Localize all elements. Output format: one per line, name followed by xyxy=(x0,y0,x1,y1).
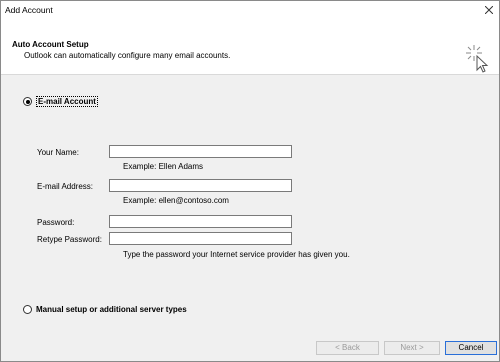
your-name-hint: Example: Ellen Adams xyxy=(123,162,204,171)
radio-selected-icon xyxy=(23,97,32,106)
cancel-button[interactable]: Cancel xyxy=(445,341,497,355)
email-address-hint: Example: ellen@contoso.com xyxy=(123,196,229,205)
wizard-header: Auto Account Setup Outlook can automatic… xyxy=(1,19,499,75)
email-account-label: E-mail Account xyxy=(36,96,98,107)
manual-setup-radio[interactable]: Manual setup or additional server types xyxy=(23,305,187,314)
email-account-radio[interactable]: E-mail Account xyxy=(23,96,98,107)
email-address-label: E-mail Address: xyxy=(37,182,94,191)
retype-password-hint: Type the password your Internet service … xyxy=(123,250,350,259)
your-name-label: Your Name: xyxy=(37,148,79,157)
window-title: Add Account xyxy=(5,5,53,15)
password-input[interactable] xyxy=(109,215,292,228)
header-title: Auto Account Setup xyxy=(12,40,89,49)
back-button[interactable]: < Back xyxy=(316,341,379,355)
manual-setup-label: Manual setup or additional server types xyxy=(36,305,187,314)
close-button[interactable] xyxy=(479,1,499,19)
password-label: Password: xyxy=(37,218,75,227)
title-bar: Add Account xyxy=(1,1,499,19)
close-icon xyxy=(485,6,493,14)
sparkle-cursor-icon xyxy=(466,45,489,73)
add-account-dialog: Add Account Auto Account Setup Outlook c… xyxy=(0,0,500,362)
retype-password-input[interactable] xyxy=(109,232,292,245)
radio-unselected-icon xyxy=(23,305,32,314)
your-name-input[interactable] xyxy=(109,145,292,158)
retype-password-label: Retype Password: xyxy=(37,235,102,244)
next-button[interactable]: Next > xyxy=(384,341,440,355)
email-address-input[interactable] xyxy=(109,179,292,192)
header-subtitle: Outlook can automatically configure many… xyxy=(24,51,231,60)
